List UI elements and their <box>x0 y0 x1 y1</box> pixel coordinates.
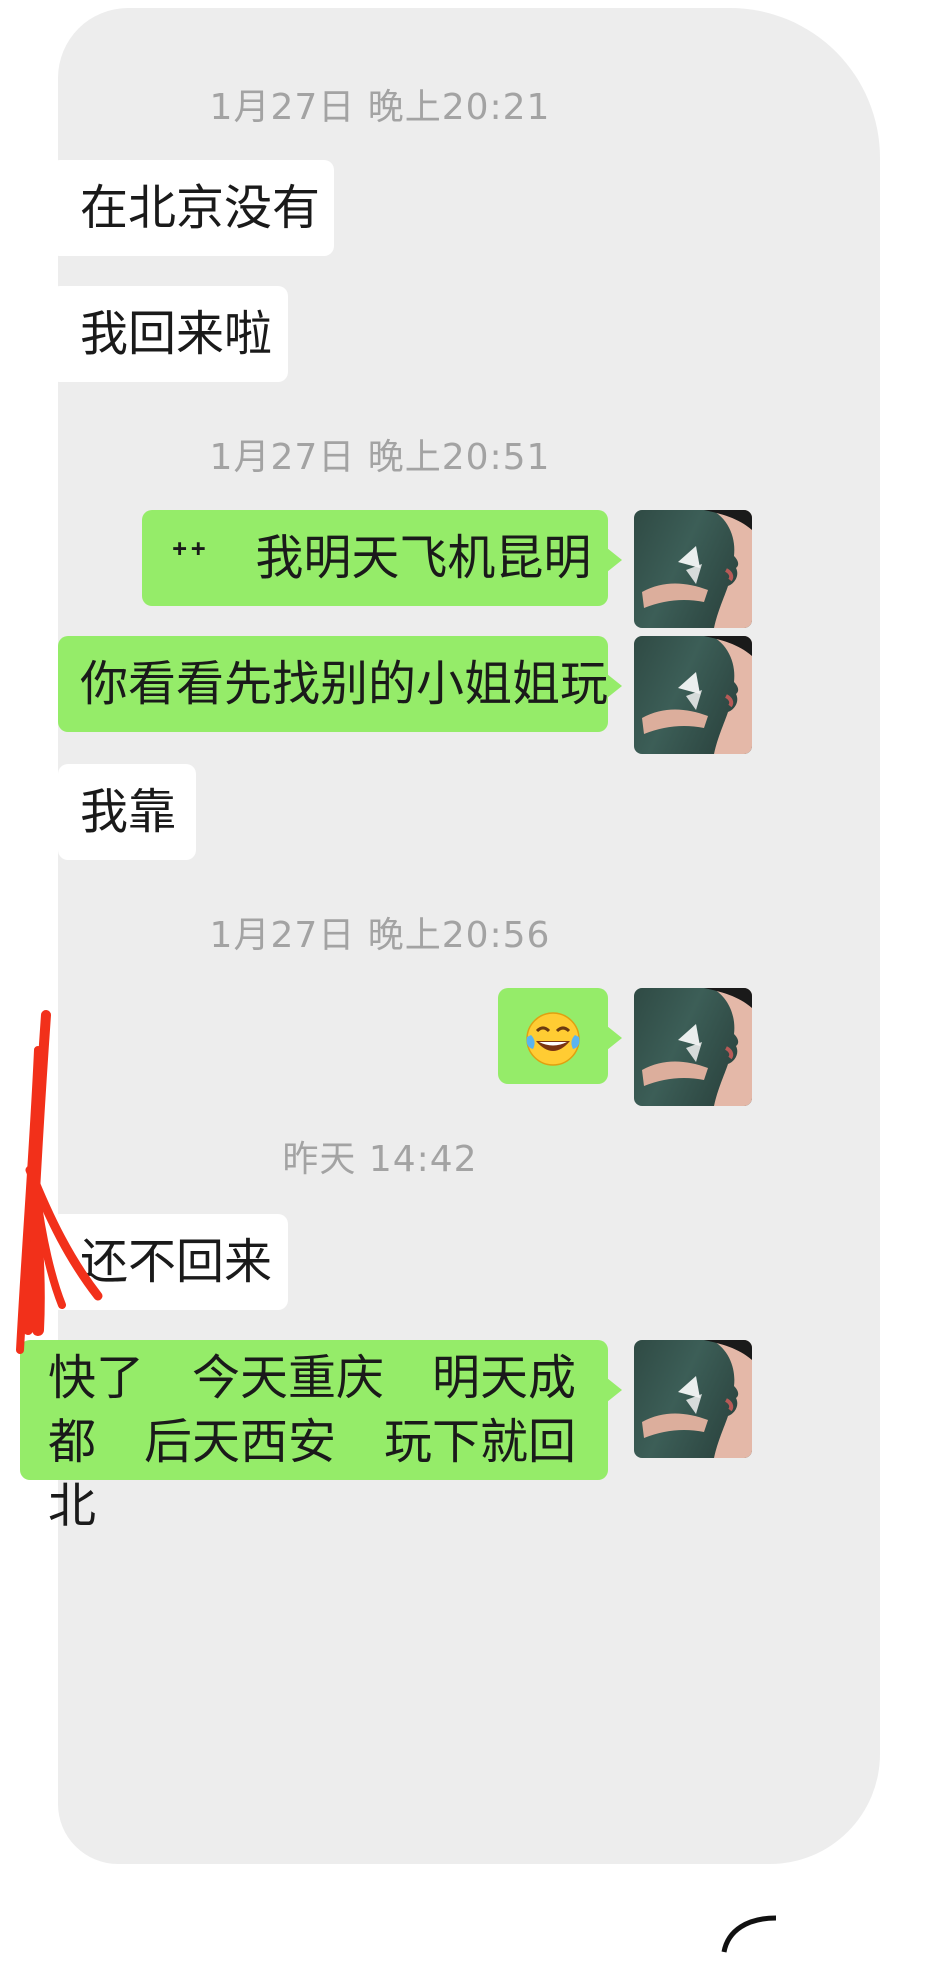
avatar[interactable] <box>634 988 752 1106</box>
woman-with-butterfly-avatar-icon <box>642 988 752 1106</box>
message-bubble-outgoing[interactable]: ᐩᐩ 我明天飞机昆明 <box>142 510 622 606</box>
avatar[interactable] <box>634 510 752 628</box>
timestamp: 1月27日 晚上20:21 <box>209 87 551 128</box>
message-line: 都 后天西安 玩下就回北 <box>48 1414 577 1534</box>
message-bubble-incoming[interactable]: 还不回来 <box>50 1214 288 1310</box>
message-bubble-outgoing[interactable]: 你看看先找别的小姐姐玩 <box>58 636 622 732</box>
avatar[interactable] <box>634 1340 752 1458</box>
timestamp: 1月27日 晚上20:56 <box>209 915 551 956</box>
message-bubble-outgoing[interactable]: 快了 今天重庆 明天成 都 后天西安 玩下就回北 <box>20 1340 622 1534</box>
timestamp: 昨天 14:42 <box>282 1139 478 1180</box>
message-bubble-incoming[interactable]: 在北京没有 <box>50 160 334 256</box>
timestamp: 1月27日 晚上20:51 <box>209 437 551 478</box>
message-line: 快了 今天重庆 明天成 <box>48 1350 577 1406</box>
woman-with-butterfly-avatar-icon <box>642 1340 752 1458</box>
avatar[interactable] <box>634 636 752 754</box>
message-bubble-incoming[interactable]: 我靠 <box>58 764 196 860</box>
woman-with-butterfly-avatar-icon <box>642 510 752 628</box>
message-bubble-incoming[interactable]: 我回来啦 <box>50 286 288 382</box>
woman-with-butterfly-avatar-icon <box>642 636 752 754</box>
message-bubble-outgoing[interactable] <box>498 988 622 1084</box>
tears-of-joy-emoji-icon <box>526 1012 580 1066</box>
